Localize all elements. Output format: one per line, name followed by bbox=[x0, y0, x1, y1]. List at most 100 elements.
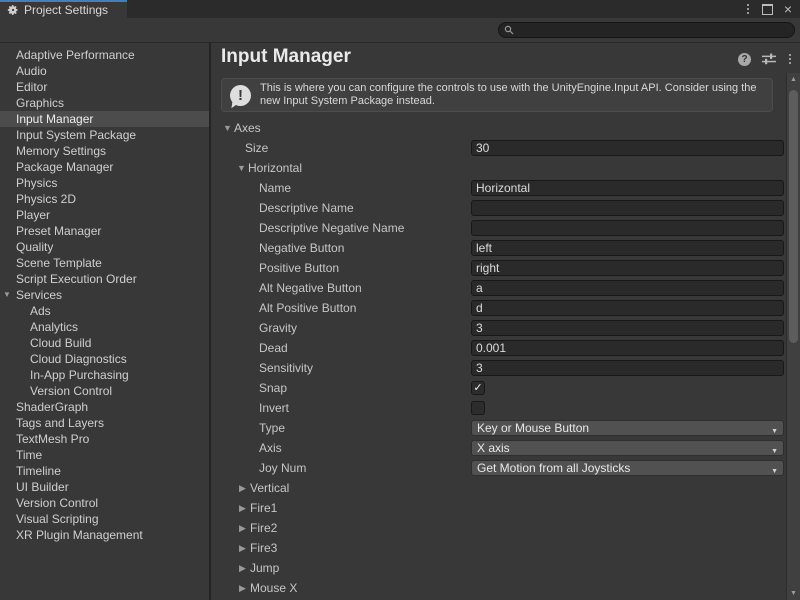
dropdown-value: X axis bbox=[477, 441, 510, 455]
text-input-negative-button[interactable]: left bbox=[471, 240, 784, 256]
text-input-descriptive-negative-name[interactable] bbox=[471, 220, 784, 236]
foldout-arrow-icon[interactable]: ▶ bbox=[239, 563, 250, 574]
search-input[interactable] bbox=[518, 24, 790, 36]
row-label-area: Alt Positive Button bbox=[259, 298, 356, 318]
sidebar-item-ui-builder[interactable]: UI Builder bbox=[0, 479, 209, 495]
help-icon[interactable]: ? bbox=[738, 53, 751, 66]
foldout-arrow-icon[interactable]: ▼ bbox=[3, 287, 11, 303]
tab-title: Project Settings bbox=[24, 3, 108, 17]
sidebar-item-graphics[interactable]: Graphics bbox=[0, 95, 209, 111]
checkbox-snap[interactable]: ✓ bbox=[471, 381, 485, 395]
text-input-value: 3 bbox=[476, 361, 483, 375]
more-options-icon[interactable] bbox=[787, 52, 793, 66]
sidebar-item-memory-settings[interactable]: Memory Settings bbox=[0, 143, 209, 159]
header-actions: ? bbox=[738, 52, 793, 66]
sidebar-item-time[interactable]: Time bbox=[0, 447, 209, 463]
foldout-label[interactable]: Fire2 bbox=[250, 521, 277, 535]
text-input-size[interactable]: 30 bbox=[471, 140, 784, 156]
sidebar-item-tags-and-layers[interactable]: Tags and Layers bbox=[0, 415, 209, 431]
sidebar-item-physics-2d[interactable]: Physics 2D bbox=[0, 191, 209, 207]
sidebar-item-label: Package Manager bbox=[16, 160, 113, 174]
text-input-gravity[interactable]: 3 bbox=[471, 320, 784, 336]
foldout-label[interactable]: Horizontal bbox=[248, 161, 302, 175]
row-label-area: Gravity bbox=[259, 318, 297, 338]
sidebar-item-analytics[interactable]: Analytics bbox=[0, 319, 209, 335]
presets-icon[interactable] bbox=[762, 53, 776, 65]
foldout-label[interactable]: Axes bbox=[234, 121, 261, 135]
close-button[interactable]: × bbox=[784, 2, 792, 16]
sidebar-item-editor[interactable]: Editor bbox=[0, 79, 209, 95]
row-label-area: Sensitivity bbox=[259, 358, 313, 378]
window-menu-icon[interactable] bbox=[745, 2, 751, 16]
foldout-arrow-icon[interactable]: ▼ bbox=[237, 163, 248, 173]
sidebar-item-timeline[interactable]: Timeline bbox=[0, 463, 209, 479]
sidebar-item-input-manager[interactable]: Input Manager bbox=[0, 111, 209, 127]
foldout-arrow-icon[interactable]: ▶ bbox=[239, 583, 250, 594]
sidebar-item-cloud-build[interactable]: Cloud Build bbox=[0, 335, 209, 351]
foldout-label[interactable]: Mouse X bbox=[250, 581, 297, 595]
sidebar-item-audio[interactable]: Audio bbox=[0, 63, 209, 79]
checkbox-invert[interactable] bbox=[471, 401, 485, 415]
text-input-alt-positive-button[interactable]: d bbox=[471, 300, 784, 316]
text-input-sensitivity[interactable]: 3 bbox=[471, 360, 784, 376]
field-label: Axis bbox=[259, 441, 282, 455]
sidebar-item-adaptive-performance[interactable]: Adaptive Performance bbox=[0, 47, 209, 63]
text-input-alt-negative-button[interactable]: a bbox=[471, 280, 784, 296]
foldout-label[interactable]: Vertical bbox=[250, 481, 289, 495]
field-label: Gravity bbox=[259, 321, 297, 335]
sidebar-item-version-control[interactable]: Version Control bbox=[0, 383, 209, 399]
scroll-down-icon[interactable]: ▼ bbox=[787, 590, 800, 597]
sidebar-item-textmesh-pro[interactable]: TextMesh Pro bbox=[0, 431, 209, 447]
sidebar-item-player[interactable]: Player bbox=[0, 207, 209, 223]
text-input-dead[interactable]: 0.001 bbox=[471, 340, 784, 356]
sidebar-item-services[interactable]: ▼Services bbox=[0, 287, 209, 303]
sidebar-item-version-control[interactable]: Version Control bbox=[0, 495, 209, 511]
dropdown-type[interactable]: Key or Mouse Button▼ bbox=[471, 420, 784, 436]
sidebar-item-package-manager[interactable]: Package Manager bbox=[0, 159, 209, 175]
row-label-area: ▶Vertical bbox=[239, 478, 289, 498]
sidebar-item-shadergraph[interactable]: ShaderGraph bbox=[0, 399, 209, 415]
inspector-rows: ▼AxesSize30▼HorizontalNameHorizontalDesc… bbox=[211, 118, 786, 598]
scroll-up-icon[interactable]: ▲ bbox=[787, 76, 800, 83]
dropdown-joy-num[interactable]: Get Motion from all Joysticks▼ bbox=[471, 460, 784, 476]
row-label-area: ▼Horizontal bbox=[237, 158, 302, 178]
inspector-body: ! This is where you can configure the co… bbox=[211, 73, 786, 600]
text-input-descriptive-name[interactable] bbox=[471, 200, 784, 216]
text-input-name[interactable]: Horizontal bbox=[471, 180, 784, 196]
sidebar-item-label: In-App Purchasing bbox=[30, 368, 129, 382]
sidebar-item-script-execution-order[interactable]: Script Execution Order bbox=[0, 271, 209, 287]
foldout-label[interactable]: Jump bbox=[250, 561, 279, 575]
sidebar-item-xr-plugin-management[interactable]: XR Plugin Management bbox=[0, 527, 209, 543]
foldout-arrow-icon[interactable]: ▶ bbox=[239, 483, 250, 494]
dropdown-arrow-icon: ▼ bbox=[771, 465, 778, 476]
sidebar-item-label: TextMesh Pro bbox=[16, 432, 89, 446]
scrollbar-thumb[interactable] bbox=[789, 90, 798, 343]
sidebar-item-cloud-diagnostics[interactable]: Cloud Diagnostics bbox=[0, 351, 209, 367]
dropdown-axis[interactable]: X axis▼ bbox=[471, 440, 784, 456]
foldout-arrow-icon[interactable]: ▶ bbox=[239, 503, 250, 514]
sidebar-item-preset-manager[interactable]: Preset Manager bbox=[0, 223, 209, 239]
search-bar[interactable] bbox=[498, 22, 795, 38]
sidebar-item-ads[interactable]: Ads bbox=[0, 303, 209, 319]
row-label-area: Descriptive Negative Name bbox=[259, 218, 404, 238]
sidebar-item-physics[interactable]: Physics bbox=[0, 175, 209, 191]
sidebar-list: Adaptive PerformanceAudioEditorGraphicsI… bbox=[0, 47, 209, 543]
foldout-label[interactable]: Fire3 bbox=[250, 541, 277, 555]
sidebar-item-quality[interactable]: Quality bbox=[0, 239, 209, 255]
text-input-positive-button[interactable]: right bbox=[471, 260, 784, 276]
vertical-scrollbar[interactable]: ▲ ▼ bbox=[786, 73, 800, 600]
sidebar-item-visual-scripting[interactable]: Visual Scripting bbox=[0, 511, 209, 527]
foldout-arrow-icon[interactable]: ▶ bbox=[239, 523, 250, 534]
maximize-button[interactable] bbox=[762, 4, 773, 15]
inspector-row-fire3: ▶Fire3 bbox=[211, 538, 786, 558]
foldout-arrow-icon[interactable]: ▼ bbox=[223, 123, 234, 133]
sidebar-item-input-system-package[interactable]: Input System Package bbox=[0, 127, 209, 143]
foldout-label[interactable]: Fire1 bbox=[250, 501, 277, 515]
sidebar-item-in-app-purchasing[interactable]: In-App Purchasing bbox=[0, 367, 209, 383]
foldout-arrow-icon[interactable]: ▶ bbox=[239, 543, 250, 554]
main-panel: Input Manager ? ! This is where you can … bbox=[211, 43, 800, 600]
sidebar-item-scene-template[interactable]: Scene Template bbox=[0, 255, 209, 271]
tab-project-settings[interactable]: Project Settings bbox=[0, 0, 127, 18]
sidebar-item-label: Graphics bbox=[16, 96, 64, 110]
sidebar-item-label: Version Control bbox=[16, 496, 98, 510]
